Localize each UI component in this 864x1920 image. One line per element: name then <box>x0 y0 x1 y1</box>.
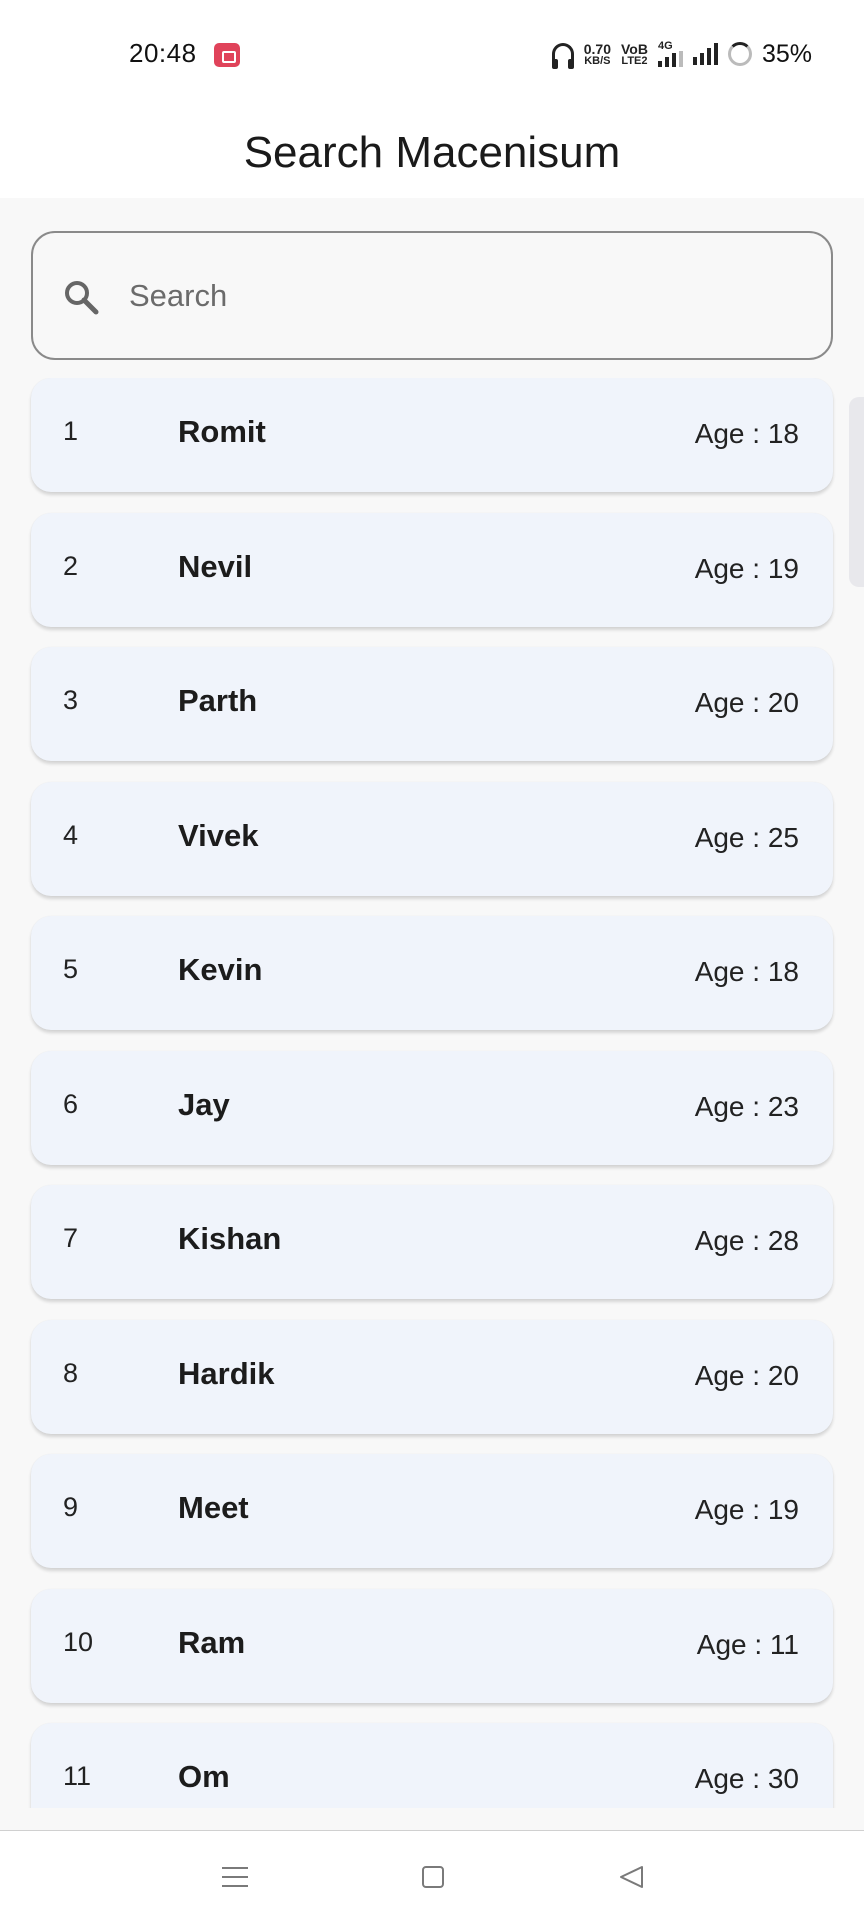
signal-4g-icon <box>657 51 683 67</box>
search-input[interactable] <box>129 263 809 329</box>
home-icon[interactable] <box>422 1866 444 1888</box>
item-index: 5 <box>63 954 79 984</box>
item-age: Age : 20 <box>694 687 799 718</box>
item-name: Kevin <box>178 952 263 987</box>
list-item[interactable]: 9 Meet Age : 19 <box>31 1454 833 1568</box>
item-age: Age : 25 <box>694 822 799 853</box>
item-age: Age : 18 <box>694 956 799 987</box>
item-age: Age : 23 <box>694 1091 799 1122</box>
network-type: 4G <box>657 40 683 67</box>
item-index: 11 <box>63 1761 92 1791</box>
list-item[interactable]: 6 Jay Age : 23 <box>31 1051 833 1165</box>
network-speed-unit: KB/S <box>584 55 611 67</box>
item-name: Kishan <box>178 1221 282 1256</box>
list-item[interactable]: 7 Kishan Age : 28 <box>31 1185 833 1299</box>
item-age: Age : 30 <box>694 1763 799 1794</box>
item-index: 2 <box>63 551 79 581</box>
scrollbar[interactable] <box>849 397 864 587</box>
item-age: Age : 19 <box>694 1494 799 1525</box>
item-name: Om <box>178 1759 230 1794</box>
item-name: Romit <box>178 414 266 449</box>
app-bar: Search Macenisum <box>0 108 864 198</box>
item-name: Ram <box>178 1625 246 1660</box>
screen-record-icon <box>214 43 240 67</box>
network-type-label: 4G <box>657 40 673 52</box>
system-nav-bar <box>0 1830 864 1920</box>
volte-indicator: VoB LTE2 <box>620 41 648 67</box>
battery-icon <box>727 42 752 66</box>
item-index: 6 <box>63 1089 79 1119</box>
list-item[interactable]: 3 Parth Age : 20 <box>31 647 833 761</box>
search-icon <box>65 281 99 315</box>
item-index: 9 <box>63 1492 79 1522</box>
item-age: Age : 20 <box>694 1360 799 1391</box>
status-time: 20:48 <box>129 38 197 68</box>
list-item[interactable]: 11 Om Age : 30 <box>31 1723 833 1808</box>
results-list[interactable]: 1 Romit Age : 18 2 Nevil Age : 19 3 Parth Age : … <box>0 378 864 1808</box>
back-icon[interactable] <box>618 1865 644 1889</box>
item-index: 4 <box>63 820 79 850</box>
item-index: 7 <box>63 1223 79 1253</box>
search-box[interactable] <box>31 231 833 360</box>
item-age: Age : 11 <box>696 1629 799 1660</box>
status-bar: 20:48 0.70 KB/S VoB LTE2 4G 35% <box>0 0 864 108</box>
item-index: 1 <box>63 416 79 446</box>
volte-top: VoB <box>620 41 648 57</box>
item-name: Parth <box>178 683 258 718</box>
headphone-icon <box>551 43 574 69</box>
signal-strength-icon <box>692 43 718 65</box>
item-age: Age : 18 <box>694 418 799 449</box>
page-title: Search Macenisum <box>243 128 621 177</box>
item-name: Vivek <box>178 818 259 853</box>
menu-icon[interactable] <box>222 1867 248 1887</box>
item-name: Hardik <box>178 1356 275 1391</box>
status-icons: 0.70 KB/S VoB LTE2 4G 35% <box>551 36 812 72</box>
network-speed: 0.70 KB/S <box>583 41 611 67</box>
item-index: 3 <box>63 685 79 715</box>
item-name: Meet <box>178 1490 249 1525</box>
list-item[interactable]: 4 Vivek Age : 25 <box>31 782 833 896</box>
battery-percent: 35% <box>761 39 812 68</box>
item-age: Age : 19 <box>694 553 799 584</box>
list-item[interactable]: 10 Ram Age : 11 <box>31 1589 833 1703</box>
item-age: Age : 28 <box>694 1225 799 1256</box>
item-index: 10 <box>63 1627 94 1657</box>
list-item[interactable]: 2 Nevil Age : 19 <box>31 513 833 627</box>
network-speed-value: 0.70 <box>583 41 611 57</box>
list-item[interactable]: 8 Hardik Age : 20 <box>31 1320 833 1434</box>
list-item[interactable]: 1 Romit Age : 18 <box>31 378 833 492</box>
list-item[interactable]: 5 Kevin Age : 18 <box>31 916 833 1030</box>
item-index: 8 <box>63 1358 79 1388</box>
item-name: Jay <box>178 1087 230 1122</box>
volte-bottom: LTE2 <box>621 55 648 67</box>
item-name: Nevil <box>178 549 253 584</box>
